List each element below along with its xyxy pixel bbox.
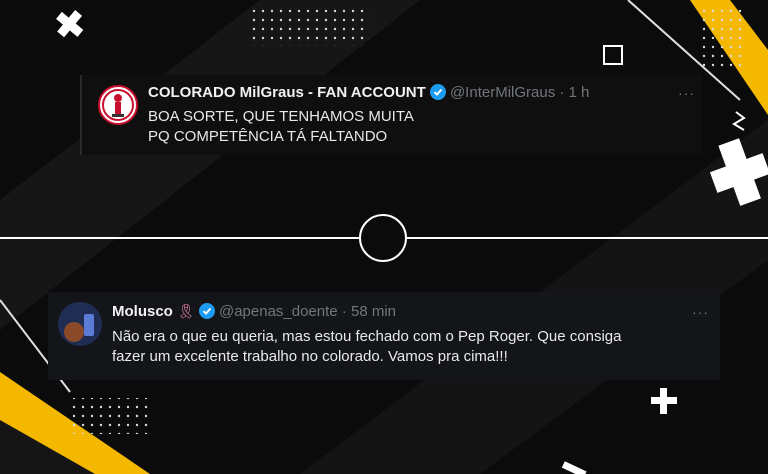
dot-grid-top-right bbox=[698, 8, 743, 68]
dot-grid-bottom-left bbox=[72, 398, 152, 434]
tweet-text-line: PQ COMPETÊNCIA TÁ FALTANDO bbox=[148, 128, 388, 145]
handle[interactable]: @InterMilGraus bbox=[450, 84, 555, 101]
mascot-logo-icon bbox=[102, 89, 134, 121]
display-name[interactable]: COLORADO MilGraus - FAN ACCOUNT bbox=[148, 84, 426, 101]
handle[interactable]: @apenas_doente bbox=[219, 303, 338, 320]
more-options-icon[interactable]: ··· bbox=[692, 304, 709, 320]
tweet-text-line: BOA SORTE, QUE TENHAMOS MUITA bbox=[148, 108, 414, 125]
tweet-text-line: Não era o que eu queria, mas estou fecha… bbox=[112, 328, 622, 345]
avatar[interactable] bbox=[58, 302, 102, 346]
verified-badge-icon bbox=[429, 84, 446, 100]
timestamp[interactable]: 58 min bbox=[351, 303, 396, 320]
separator: · bbox=[341, 303, 347, 320]
tweet-card[interactable]: Molusco 🎗 @apenas_doente · 58 min ··· Nã… bbox=[48, 292, 720, 380]
more-options-icon[interactable]: ··· bbox=[678, 85, 695, 101]
profile-photo-icon bbox=[58, 302, 102, 346]
background-graphics bbox=[0, 0, 768, 474]
tweet-text: Não era o que eu queria, mas estou fecha… bbox=[112, 327, 622, 367]
dot-grid-top bbox=[250, 6, 370, 46]
tweet-card[interactable]: COLORADO MilGraus - FAN ACCOUNT @InterMi… bbox=[80, 75, 702, 155]
verified-badge-icon bbox=[198, 303, 215, 319]
tweet-text-line: fazer um excelente trabalho no colorado.… bbox=[112, 348, 508, 365]
tweet-text: BOA SORTE, QUE TENHAMOS MUITA PQ COMPETÊ… bbox=[148, 107, 414, 147]
center-circle bbox=[359, 214, 407, 262]
avatar[interactable] bbox=[98, 85, 138, 125]
separator: · bbox=[559, 84, 565, 101]
ribbon-emoji-icon: 🎗 bbox=[177, 303, 195, 319]
display-name[interactable]: Molusco bbox=[112, 303, 173, 320]
timestamp[interactable]: 1 h bbox=[569, 84, 590, 101]
